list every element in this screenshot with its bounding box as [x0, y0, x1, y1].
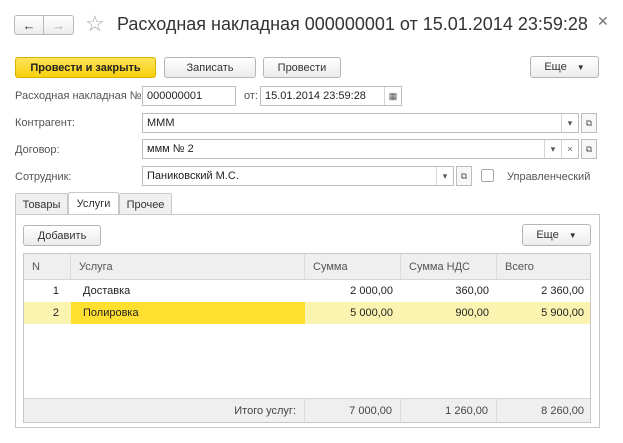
arrow-left-icon: ←	[22, 17, 36, 33]
more-label: Еще	[544, 61, 567, 73]
row-vat: 360,00	[455, 285, 489, 297]
management-checkbox[interactable]	[481, 169, 494, 182]
chevron-down-icon: ▼	[568, 230, 577, 240]
open-contract-icon[interactable]: ⧉	[581, 139, 597, 159]
save-button[interactable]: Записать	[164, 57, 256, 78]
contract-value: ммм № 2	[147, 143, 194, 155]
footer-label: Итого услуг:	[24, 398, 305, 422]
open-counterparty-icon[interactable]: ⧉	[581, 113, 597, 133]
row-service-active-cell[interactable]: Полировка	[71, 302, 305, 324]
tab-services[interactable]: Услуги	[68, 192, 119, 215]
row-service: Доставка	[83, 285, 131, 297]
doc-number-field[interactable]: 000000001	[142, 86, 236, 106]
post-button[interactable]: Провести	[263, 57, 341, 78]
services-table: N Услуга Сумма Сумма НДС Всего 1 Доставк…	[23, 253, 591, 423]
column-header-total[interactable]: Всего	[497, 254, 590, 280]
date-label: от:	[244, 90, 258, 102]
management-label: Управленческий	[507, 171, 591, 183]
favorite-star-icon[interactable]: ☆	[85, 12, 105, 36]
employee-field[interactable]: Паниковский М.С. ▾	[142, 166, 454, 186]
doc-number-label: Расходная накладная №:	[15, 90, 145, 102]
row-sum: 5 000,00	[350, 307, 393, 319]
counterparty-label: Контрагент:	[15, 117, 75, 129]
employee-label: Сотрудник:	[15, 171, 72, 183]
open-employee-icon[interactable]: ⧉	[456, 166, 472, 186]
contract-field[interactable]: ммм № 2 ▾ ×	[142, 139, 579, 159]
contract-label: Договор:	[15, 144, 60, 156]
counterparty-value: МММ	[147, 117, 175, 129]
more-button[interactable]: Еще ▼	[530, 56, 599, 78]
post-and-close-button[interactable]: Провести и закрыть	[15, 57, 156, 78]
dropdown-arrow-icon[interactable]: ▾	[544, 140, 561, 158]
footer-total: 8 260,00	[497, 398, 590, 422]
window-title: Расходная накладная 000000001 от 15.01.2…	[117, 14, 588, 34]
column-header-sum[interactable]: Сумма	[305, 254, 401, 280]
row-total: 5 900,00	[541, 307, 584, 319]
forward-button[interactable]: →	[44, 15, 74, 35]
column-header-service[interactable]: Услуга	[71, 254, 305, 280]
footer-vat: 1 260,00	[401, 398, 497, 422]
close-icon[interactable]: ✕	[597, 13, 609, 30]
column-header-n[interactable]: N	[24, 254, 71, 280]
row-number: 2	[52, 307, 59, 319]
row-vat: 900,00	[455, 307, 489, 319]
row-number: 1	[52, 285, 59, 297]
tab-other[interactable]: Прочее	[119, 193, 172, 215]
back-button[interactable]: ←	[14, 15, 44, 35]
tab-goods[interactable]: Товары	[15, 193, 68, 215]
date-value: 15.01.2014 23:59:28	[265, 90, 366, 102]
counterparty-field[interactable]: МММ ▾	[142, 113, 579, 133]
date-field[interactable]: 15.01.2014 23:59:28 ▦	[260, 86, 402, 106]
table-more-button[interactable]: Еще ▼	[522, 224, 591, 246]
column-header-vat[interactable]: Сумма НДС	[401, 254, 497, 280]
row-sum: 2 000,00	[350, 285, 393, 297]
row-total: 2 360,00	[541, 285, 584, 297]
clear-icon[interactable]: ×	[561, 140, 578, 158]
chevron-down-icon: ▼	[576, 62, 585, 72]
employee-value: Паниковский М.С.	[147, 170, 239, 182]
table-row-selected[interactable]: 2 Полировка 5 000,00 900,00 5 900,00	[24, 302, 590, 324]
title-bar: ← → ☆ Расходная накладная 000000001 от 1…	[0, 0, 623, 52]
dropdown-arrow-icon[interactable]: ▾	[436, 167, 453, 185]
table-row[interactable]: 1 Доставка 2 000,00 360,00 2 360,00	[24, 280, 590, 302]
calendar-icon[interactable]: ▦	[384, 87, 401, 105]
arrow-right-icon: →	[52, 17, 65, 33]
doc-number-value: 000000001	[147, 90, 203, 102]
dropdown-arrow-icon[interactable]: ▾	[561, 114, 578, 132]
more-menu-icon[interactable]: ⋮	[574, 15, 586, 27]
table-more-label: Еще	[536, 229, 559, 241]
add-button[interactable]: Добавить	[23, 225, 101, 246]
footer-sum: 7 000,00	[305, 398, 401, 422]
